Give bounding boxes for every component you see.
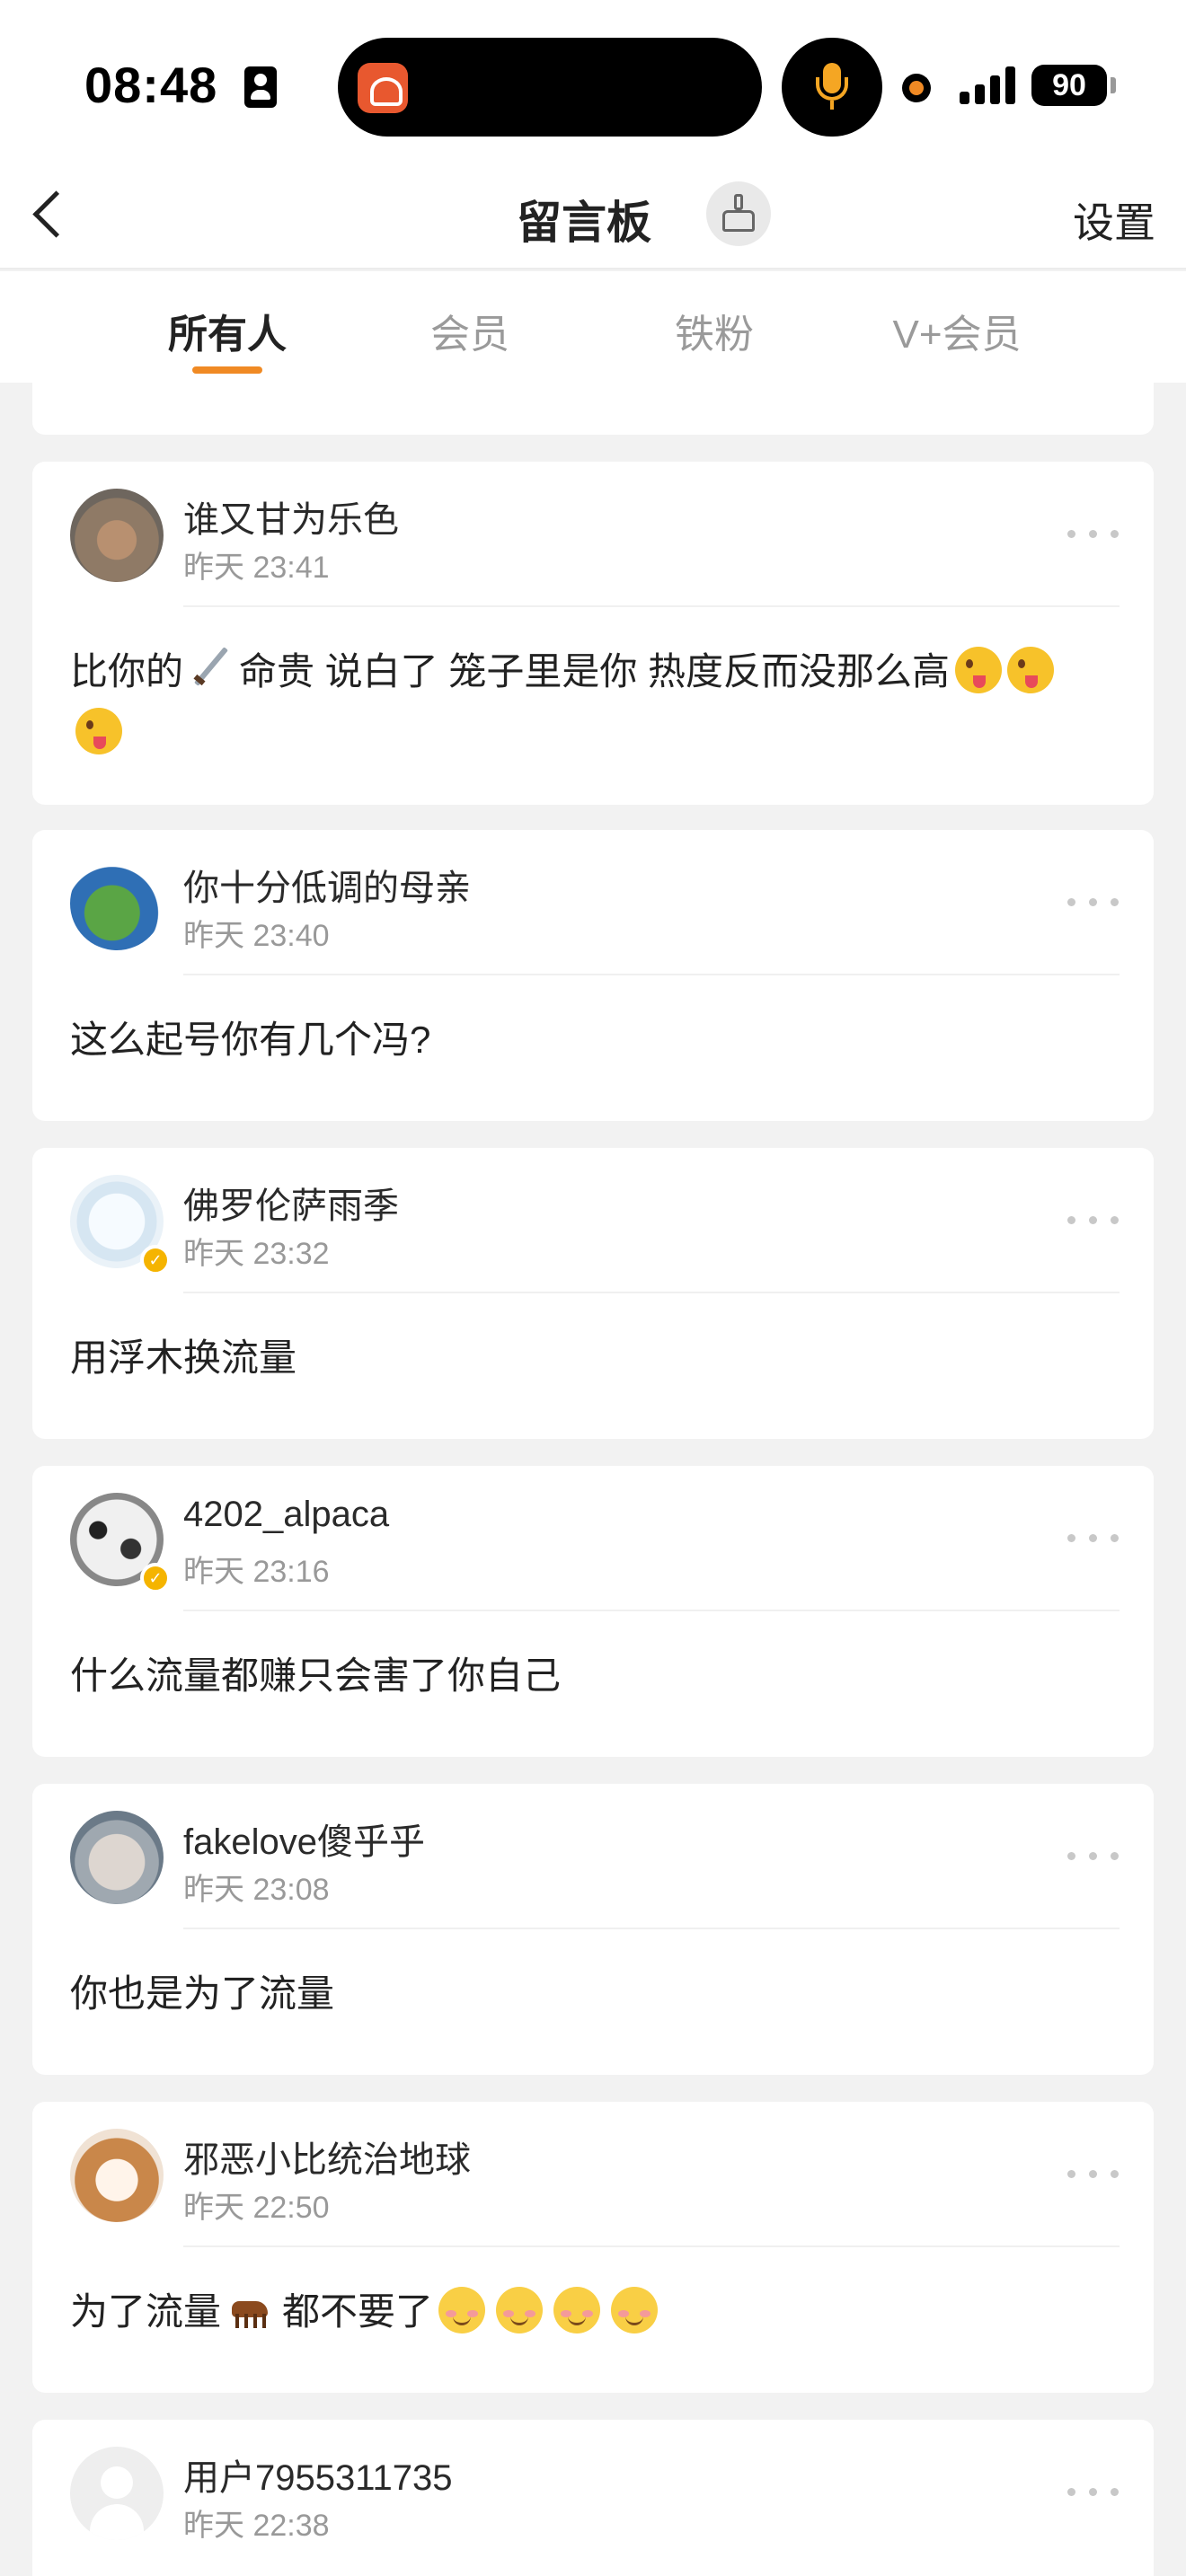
avatar[interactable] bbox=[70, 2129, 164, 2222]
verified-badge-icon: ✓ bbox=[140, 1563, 171, 1593]
smile-emoji-icon bbox=[611, 2287, 659, 2333]
microphone-indicator[interactable] bbox=[782, 38, 882, 137]
page-title: 留言板 bbox=[517, 198, 651, 248]
nav-bar: 留言板 设置 bbox=[0, 162, 1186, 269]
comment-card[interactable]: 谁又甘为乐色 昨天 23:41 比你的 命贵 说白了 笼子里是你 热度反而没那么高 bbox=[32, 462, 1154, 805]
comment-card[interactable]: ✓ 佛罗伦萨雨季 昨天 23:32 用浮木换流量 bbox=[32, 1148, 1154, 1439]
comment-text: 什么流量都赚只会害了你自己 bbox=[70, 1654, 562, 1697]
status-bar: 08:48 90 bbox=[0, 0, 1186, 162]
recording-dot-icon bbox=[902, 74, 931, 102]
more-options-icon[interactable] bbox=[1067, 1213, 1120, 1231]
comment-text: 比你的 命贵 说白了 笼子里是你 热度反而没那么高 bbox=[70, 641, 1064, 763]
comment-username[interactable]: fakelove傻乎乎 bbox=[183, 1813, 425, 1865]
tab-members[interactable]: 会员 bbox=[349, 302, 591, 359]
more-options-icon[interactable] bbox=[1067, 2166, 1120, 2184]
comment-text: 为了流量 都不要了 bbox=[70, 2281, 1064, 2342]
comment-text: 这么起号你有几个冯? bbox=[70, 1019, 431, 1061]
settings-button[interactable]: 设置 bbox=[1073, 190, 1155, 250]
tab-vplus-members[interactable]: V+会员 bbox=[836, 302, 1078, 359]
more-options-icon[interactable] bbox=[1067, 1531, 1120, 1548]
comment-time: 昨天 22:50 bbox=[183, 2191, 330, 2225]
avatar[interactable] bbox=[70, 857, 164, 950]
clean-brush-icon[interactable] bbox=[706, 181, 771, 246]
tongue-wink-emoji-icon bbox=[1007, 647, 1055, 693]
dynamic-island[interactable] bbox=[338, 38, 762, 137]
id-card-icon bbox=[244, 66, 277, 108]
comment-time: 昨天 23:08 bbox=[183, 1873, 330, 1907]
comment-time: 昨天 23:16 bbox=[183, 1555, 330, 1589]
smile-emoji-icon bbox=[496, 2287, 544, 2333]
comment-time: 昨天 23:40 bbox=[183, 919, 330, 953]
smile-emoji-icon bbox=[438, 2287, 486, 2333]
tab-everyone[interactable]: 所有人 bbox=[106, 302, 349, 359]
comment-card[interactable]: 你十分低调的母亲 昨天 23:40 这么起号你有几个冯? bbox=[32, 830, 1154, 1121]
more-options-icon[interactable] bbox=[1067, 526, 1120, 544]
comment-card[interactable]: ✓ 4202_alpaca 昨天 23:16 什么流量都赚只会害了你自己 bbox=[32, 1466, 1154, 1757]
comment-text: 用浮木换流量 bbox=[70, 1337, 297, 1379]
signal-icon bbox=[960, 65, 1017, 104]
comment-username[interactable]: 4202_alpaca bbox=[183, 1495, 389, 1535]
clock: 08:48 bbox=[84, 57, 218, 113]
more-options-icon[interactable] bbox=[1067, 895, 1120, 913]
comment-username[interactable]: 佛罗伦萨雨季 bbox=[183, 1177, 399, 1229]
comment-username[interactable]: 用户7955311735 bbox=[183, 2448, 453, 2501]
avatar[interactable] bbox=[70, 1811, 164, 1904]
horse-emoji-icon bbox=[226, 2287, 277, 2333]
tab-fans[interactable]: 铁粉 bbox=[593, 302, 836, 359]
sword-emoji-icon bbox=[189, 647, 234, 693]
comment-card-partial bbox=[32, 383, 1154, 435]
comment-card[interactable]: 用户7955311735 昨天 22:38 bbox=[32, 2420, 1154, 2576]
more-options-icon[interactable] bbox=[1067, 2484, 1120, 2502]
tongue-wink-emoji-icon bbox=[75, 708, 122, 754]
comment-username[interactable]: 你十分低调的母亲 bbox=[183, 859, 471, 911]
comment-time: 昨天 22:38 bbox=[183, 2509, 330, 2543]
comment-time: 昨天 23:41 bbox=[183, 551, 330, 585]
default-avatar-icon[interactable] bbox=[70, 2447, 164, 2540]
more-options-icon[interactable] bbox=[1067, 1848, 1120, 1866]
tongue-wink-emoji-icon bbox=[955, 647, 1003, 693]
comment-card[interactable]: 邪恶小比统治地球 昨天 22:50 为了流量 都不要了 bbox=[32, 2102, 1154, 2393]
comment-time: 昨天 23:32 bbox=[183, 1237, 330, 1271]
comment-card[interactable]: fakelove傻乎乎 昨天 23:08 你也是为了流量 bbox=[32, 1784, 1154, 2075]
dynamic-island-app-icon[interactable] bbox=[358, 63, 408, 113]
battery-icon: 90 bbox=[1031, 65, 1107, 106]
smile-emoji-icon bbox=[553, 2287, 601, 2333]
active-tab-indicator bbox=[192, 366, 262, 374]
comment-username[interactable]: 邪恶小比统治地球 bbox=[183, 2130, 471, 2183]
avatar[interactable] bbox=[70, 489, 164, 582]
comment-text: 你也是为了流量 bbox=[70, 1972, 335, 2015]
filter-tabs: 所有人 会员 铁粉 V+会员 bbox=[0, 271, 1186, 383]
comment-username[interactable]: 谁又甘为乐色 bbox=[183, 490, 399, 543]
verified-badge-icon: ✓ bbox=[140, 1245, 171, 1275]
